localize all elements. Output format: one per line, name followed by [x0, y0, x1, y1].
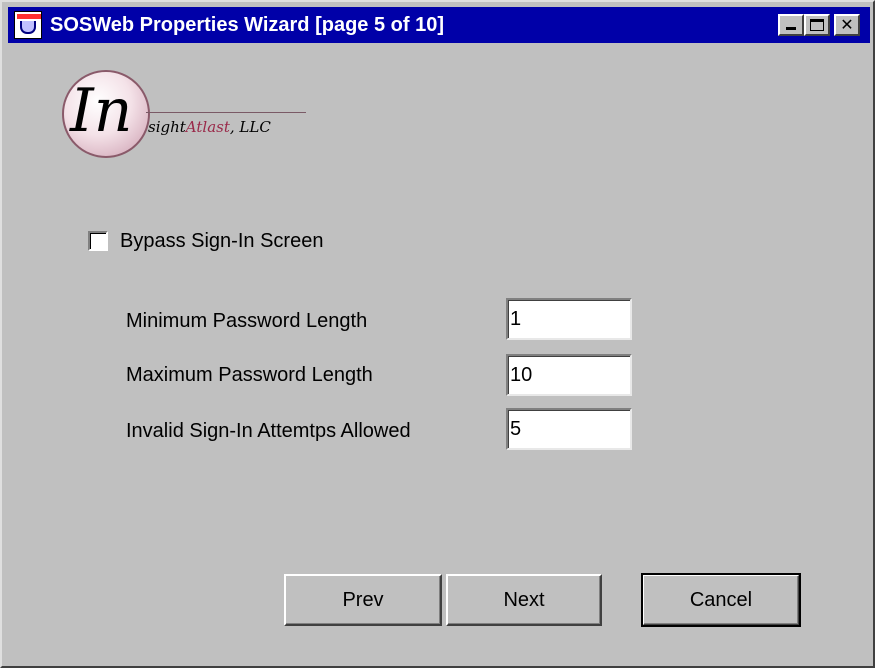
- wizard-window: SOSWeb Properties Wizard [page 5 of 10] …: [0, 0, 875, 668]
- logo-wordmark-company: , LLC: [229, 118, 271, 136]
- logo-wordmark: sightAtlast, LLC: [148, 118, 271, 136]
- maximize-icon: [810, 19, 824, 31]
- logo-wordmark-prefix: sight: [148, 118, 186, 136]
- maximize-button[interactable]: [804, 14, 830, 36]
- next-button[interactable]: Next: [446, 574, 602, 626]
- logo-initials: In: [70, 76, 133, 146]
- logo-underline: [146, 112, 306, 113]
- prev-button[interactable]: Prev: [284, 574, 442, 626]
- max-password-length-label: Maximum Password Length: [126, 364, 373, 386]
- min-password-length-input[interactable]: [506, 298, 632, 340]
- steam-decoration: [17, 14, 41, 19]
- invalid-attempts-input[interactable]: [506, 408, 632, 450]
- invalid-attempts-label: Invalid Sign-In Attemtps Allowed: [126, 420, 411, 442]
- bypass-sign-in-checkbox[interactable]: [88, 231, 108, 251]
- window-title: SOSWeb Properties Wizard [page 5 of 10]: [50, 14, 444, 36]
- bypass-sign-in-label[interactable]: Bypass Sign-In Screen: [120, 228, 323, 254]
- cancel-button[interactable]: Cancel: [641, 573, 801, 627]
- min-password-length-label: Minimum Password Length: [126, 310, 368, 332]
- title-bar[interactable]: SOSWeb Properties Wizard [page 5 of 10] …: [8, 7, 870, 43]
- cup-decoration: [20, 21, 36, 34]
- close-icon: ✕: [840, 15, 854, 34]
- minimize-button[interactable]: [778, 14, 804, 36]
- close-button[interactable]: ✕: [834, 14, 860, 36]
- max-password-length-input[interactable]: [506, 354, 632, 396]
- company-logo: In sightAtlast, LLC: [62, 70, 322, 160]
- minimize-icon: [786, 27, 796, 30]
- java-cup-icon[interactable]: [14, 11, 42, 39]
- logo-wordmark-brand: Atlast: [185, 118, 230, 136]
